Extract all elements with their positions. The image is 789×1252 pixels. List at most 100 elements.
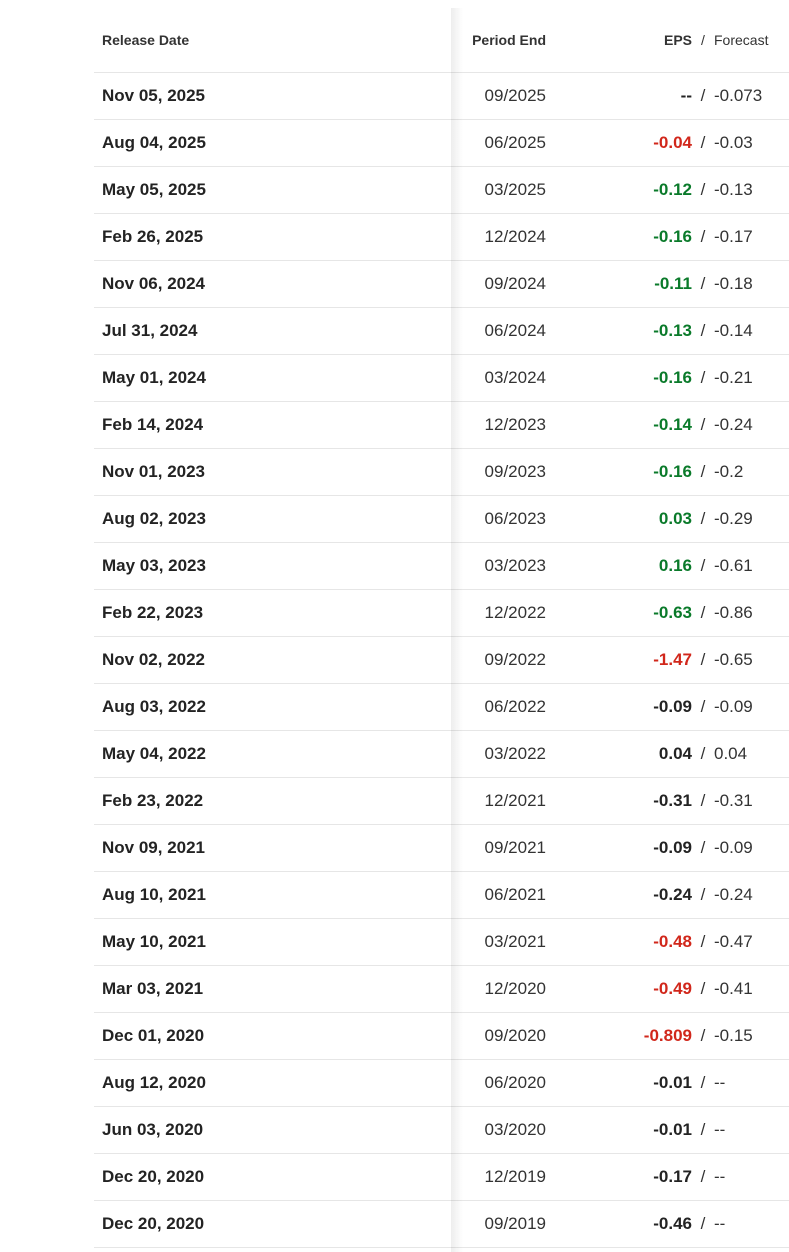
release-date-cell: May 05, 2025	[102, 180, 206, 199]
table-row: May 01, 2024 03/2024 -0.16 / -0.21	[94, 355, 789, 402]
table-row: Jul 31, 2024 06/2024 -0.13 / -0.14	[94, 308, 789, 355]
eps-separator: /	[700, 697, 706, 716]
eps-separator: /	[700, 133, 706, 152]
eps-forecast-cell: -0.09	[714, 838, 753, 857]
eps-actual-cell: -0.46	[653, 1214, 692, 1233]
column-header-eps[interactable]: EPS	[546, 32, 692, 48]
eps-separator: /	[700, 603, 706, 622]
eps-separator: /	[700, 1073, 706, 1092]
table-row: Nov 01, 2023 09/2023 -0.16 / -0.2	[94, 449, 789, 496]
eps-forecast-cell: -0.41	[714, 979, 753, 998]
column-header-release-date[interactable]: Release Date	[94, 32, 356, 48]
period-end-cell: 12/2023	[484, 415, 546, 434]
period-end-cell: 06/2021	[484, 885, 546, 904]
period-end-cell: 12/2022	[484, 603, 546, 622]
eps-actual-cell: 0.04	[658, 744, 692, 763]
eps-separator: /	[700, 1026, 706, 1045]
table-row: Nov 05, 2025 09/2025 -- / -0.073	[94, 73, 789, 120]
table-row: Feb 22, 2023 12/2022 -0.63 / -0.86	[94, 590, 789, 637]
release-date-cell: Jun 03, 2020	[102, 1120, 204, 1139]
period-end-cell: 12/2020	[484, 979, 546, 998]
eps-actual-cell: -0.63	[653, 603, 692, 622]
eps-forecast-cell: -0.18	[714, 274, 753, 293]
eps-actual-cell: -0.809	[643, 1026, 692, 1045]
table-row: Nov 06, 2024 09/2024 -0.11 / -0.18	[94, 261, 789, 308]
eps-separator: /	[700, 1214, 706, 1233]
release-date-cell: May 04, 2022	[102, 744, 206, 763]
release-date-cell: Feb 14, 2024	[102, 415, 204, 434]
table-row: Feb 23, 2022 12/2021 -0.31 / -0.31	[94, 778, 789, 825]
eps-forecast-cell: -0.86	[714, 603, 753, 622]
table-body: Nov 05, 2025 09/2025 -- / -0.073 Aug 04, 2025…	[94, 73, 789, 1248]
release-date-cell: Jul 31, 2024	[102, 321, 198, 340]
release-date-cell: Feb 26, 2025	[102, 227, 204, 246]
table-row: Aug 12, 2020 06/2020 -0.01 / --	[94, 1060, 789, 1107]
table-header-row: Release Date Period End EPS / Forecast	[94, 8, 789, 73]
eps-actual-cell: -0.48	[653, 932, 692, 951]
release-date-cell: Nov 02, 2022	[102, 650, 206, 669]
period-end-cell: 06/2024	[484, 321, 546, 340]
period-end-cell: 06/2023	[484, 509, 546, 528]
eps-separator: /	[700, 838, 706, 857]
eps-forecast-cell: -0.073	[714, 86, 763, 105]
earnings-table: Release Date Period End EPS / Forecast N…	[94, 8, 789, 1252]
release-date-cell: Aug 04, 2025	[102, 133, 206, 152]
eps-forecast-cell: -0.14	[714, 321, 753, 340]
eps-forecast-cell: -0.31	[714, 791, 753, 810]
eps-forecast-cell: --	[714, 1214, 726, 1233]
release-date-cell: Dec 01, 2020	[102, 1026, 205, 1045]
eps-separator: /	[700, 368, 706, 387]
release-date-cell: May 01, 2024	[102, 368, 206, 387]
release-date-cell: Nov 09, 2021	[102, 838, 206, 857]
release-date-cell: Nov 01, 2023	[102, 462, 206, 481]
eps-forecast-cell: --	[714, 1167, 726, 1186]
eps-actual-cell: -0.09	[653, 697, 692, 716]
table-row: Dec 01, 2020 09/2020 -0.809 / -0.15	[94, 1013, 789, 1060]
eps-separator: /	[700, 556, 706, 575]
column-header-forecast[interactable]: Forecast	[714, 32, 789, 48]
eps-actual-cell: -0.01	[653, 1073, 692, 1092]
eps-forecast-cell: -0.29	[714, 509, 753, 528]
eps-forecast-cell: -0.21	[714, 368, 753, 387]
eps-forecast-cell: --	[714, 1120, 726, 1139]
table-row: Feb 26, 2025 12/2024 -0.16 / -0.17	[94, 214, 789, 261]
release-date-cell: Dec 20, 2020	[102, 1167, 205, 1186]
period-end-cell: 09/2025	[484, 86, 546, 105]
table-row: Aug 03, 2022 06/2022 -0.09 / -0.09	[94, 684, 789, 731]
eps-separator: /	[700, 650, 706, 669]
period-end-cell: 09/2021	[484, 838, 546, 857]
release-date-cell: Mar 03, 2021	[102, 979, 204, 998]
period-end-cell: 03/2023	[484, 556, 546, 575]
eps-actual-cell: -0.09	[653, 838, 692, 857]
eps-actual-cell: -0.16	[653, 227, 692, 246]
period-end-cell: 09/2019	[484, 1214, 546, 1233]
table-row: May 04, 2022 03/2022 0.04 / 0.04	[94, 731, 789, 778]
table-row: Feb 14, 2024 12/2023 -0.14 / -0.24	[94, 402, 789, 449]
period-end-cell: 03/2020	[484, 1120, 546, 1139]
period-end-cell: 09/2024	[484, 274, 546, 293]
period-end-cell: 06/2025	[484, 133, 546, 152]
table-row: Jun 03, 2020 03/2020 -0.01 / --	[94, 1107, 789, 1154]
release-date-cell: Aug 10, 2021	[102, 885, 206, 904]
eps-actual-cell: 0.03	[658, 509, 692, 528]
release-date-cell: Aug 02, 2023	[102, 509, 206, 528]
column-header-period-end[interactable]: Period End	[356, 32, 546, 48]
eps-forecast-cell: -0.03	[714, 133, 753, 152]
eps-actual-cell: 0.16	[658, 556, 692, 575]
eps-actual-cell: -0.04	[653, 133, 692, 152]
release-date-cell: May 03, 2023	[102, 556, 206, 575]
eps-separator: /	[700, 180, 706, 199]
eps-separator: /	[700, 979, 706, 998]
period-end-cell: 09/2023	[484, 462, 546, 481]
period-end-cell: 03/2025	[484, 180, 546, 199]
eps-separator: /	[700, 321, 706, 340]
eps-actual-cell: -0.11	[654, 274, 692, 293]
eps-separator: /	[700, 1120, 706, 1139]
table-row: Nov 09, 2021 09/2021 -0.09 / -0.09	[94, 825, 789, 872]
table-row: Dec 20, 2020 09/2019 -0.46 / --	[94, 1201, 789, 1248]
eps-forecast-cell: -0.09	[714, 697, 753, 716]
eps-actual-cell: -0.24	[653, 885, 692, 904]
table-row: May 10, 2021 03/2021 -0.48 / -0.47	[94, 919, 789, 966]
eps-separator: /	[700, 744, 706, 763]
eps-actual-cell: -0.12	[653, 180, 692, 199]
